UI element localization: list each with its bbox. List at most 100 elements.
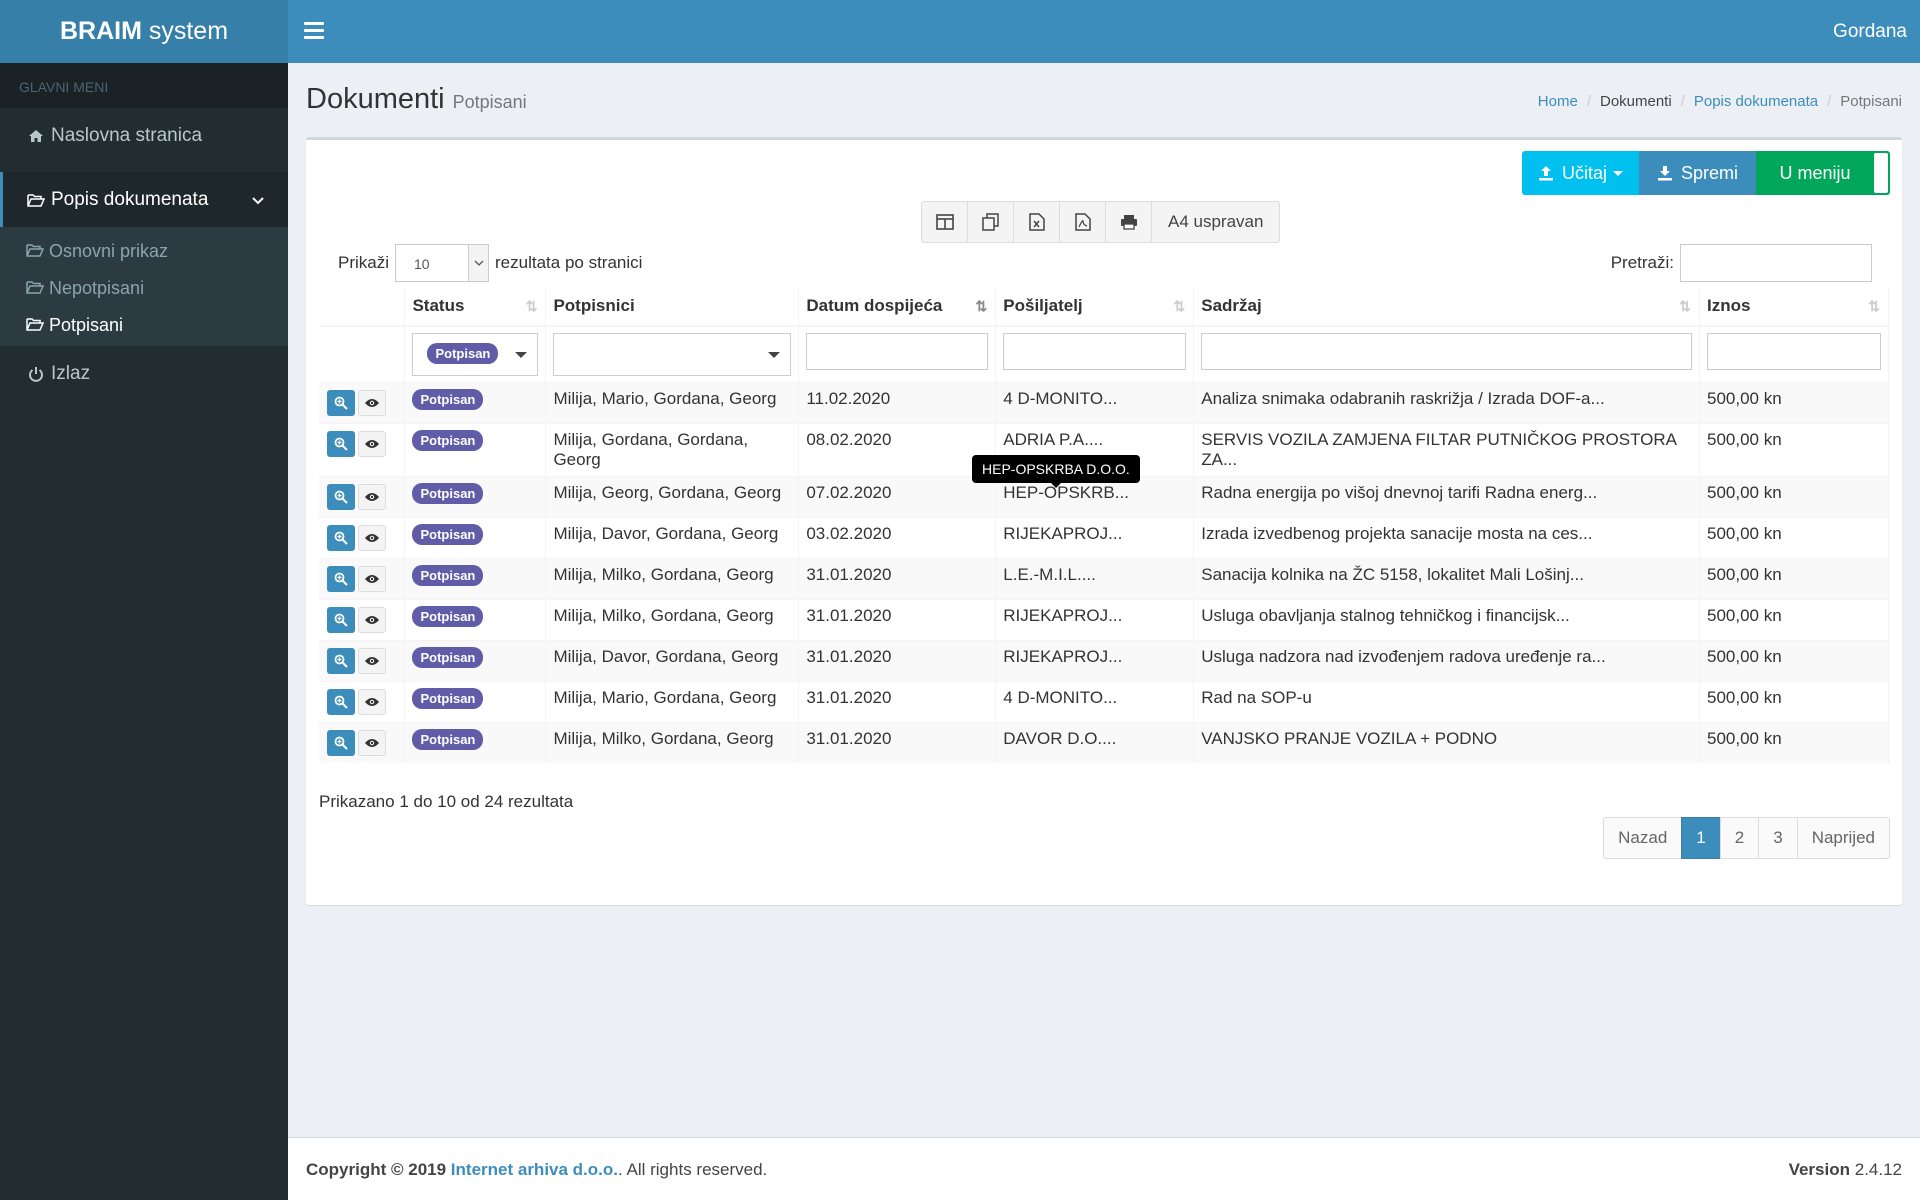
sender-cell: 4 D-MONITO... [995,382,1195,424]
folder-open-icon [26,278,45,299]
excel-icon[interactable] [1014,202,1060,242]
sidebar-subitem-basic[interactable]: Osnovni prikaz [0,233,288,270]
status-badge: Potpisan [412,647,484,668]
zoom-icon[interactable] [327,525,355,551]
content-filter-input[interactable] [1201,333,1693,370]
column-header-due-date[interactable]: Datum dospijeća ⇅ [798,286,997,327]
amount-cell: 500,00 kn [1699,423,1889,477]
search-input[interactable] [1680,244,1872,282]
copyright: Copyright © 2019 Internet arhiva d.o.o..… [306,1160,768,1179]
content-cell: Izrada izvedbenog projekta sanacije most… [1193,517,1701,559]
sender-tooltip: HEP-OPSKRBA D.O.O. [972,455,1140,488]
zoom-icon[interactable] [327,730,355,756]
user-menu[interactable]: Gordana [1823,0,1917,63]
content-cell: Analiza snimaka odabranih raskrižja / Iz… [1193,382,1701,424]
status-badge: Potpisan [412,688,484,709]
signers-cell: Milija, Mario, Gordana, Georg [545,681,800,723]
columns-icon[interactable] [922,202,968,242]
status-badge: Potpisan [412,430,484,451]
signers-filter-select[interactable] [553,333,792,376]
eye-icon[interactable] [358,648,386,674]
eye-icon[interactable] [358,607,386,633]
page-subtitle: Potpisani [452,92,527,112]
sidebar-item-docs[interactable]: Popis dokumenata [0,172,288,227]
sidebar-submenu: Osnovni prikaz Nepotpisani Potpisani [0,227,288,346]
breadcrumb-doc-list[interactable]: Popis dokumenata [1694,93,1818,110]
zoom-icon[interactable] [327,607,355,633]
power-icon [25,365,47,383]
table-row: Potpisan Milija, Mario, Gordana, Georg 11.… [319,382,1889,424]
sidebar: GLAVNI MENI Naslovna stranica Popis doku… [0,63,288,1200]
zoom-icon[interactable] [327,484,355,510]
content-cell: Sanacija kolnika na ŽC 5158, lokalitet M… [1193,558,1701,600]
pagination-page-1[interactable]: 1 [1681,817,1721,859]
print-icon[interactable] [1106,202,1152,242]
sidebar-subitem-signed[interactable]: Potpisani [0,307,288,344]
paper-format-button[interactable]: A4 uspravan [1152,202,1279,242]
status-badge: Potpisan [412,729,484,750]
pagination-next[interactable]: Naprijed [1796,817,1890,859]
zoom-icon[interactable] [327,689,355,715]
status-badge: Potpisan [412,606,484,627]
eye-icon[interactable] [358,431,386,457]
pagination-page-2[interactable]: 2 [1719,817,1760,859]
company-link[interactable]: Internet arhiva d.o.o. [451,1160,618,1179]
sidebar-item-logout[interactable]: Izlaz [0,346,288,401]
column-header-amount[interactable]: Iznos ⇅ [1699,286,1889,327]
amount-filter-input[interactable] [1707,333,1881,370]
sidebar-subitem-unsigned[interactable]: Nepotpisani [0,270,288,307]
zoom-icon[interactable] [327,648,355,674]
chevron-down-icon [468,245,489,281]
status-badge: Potpisan [412,524,484,545]
status-filter-select[interactable]: Potpisan [412,333,539,376]
save-button[interactable]: Spremi [1639,151,1756,195]
eye-icon[interactable] [358,484,386,510]
zoom-icon[interactable] [327,431,355,457]
hamburger-menu-icon[interactable] [304,18,324,42]
zoom-icon[interactable] [327,390,355,416]
column-header-status[interactable]: Status ⇅ [404,286,547,327]
table-row: Potpisan Milija, Davor, Gordana, Georg 31.… [319,640,1889,682]
column-header-signers: Potpisnici [545,286,800,327]
sidebar-item-home[interactable]: Naslovna stranica [0,108,288,163]
pagination-prev[interactable]: Nazad [1603,817,1683,859]
content-cell: SERVIS VOZILA ZAMJENA FILTAR PUTNIČKOG P… [1193,423,1701,477]
sidebar-section-title: GLAVNI MENI [0,63,288,108]
column-header-sender[interactable]: Pošiljatelj ⇅ [995,286,1195,327]
pagination-page-3[interactable]: 3 [1758,817,1798,859]
breadcrumb-documents: Dokumenti [1599,93,1672,110]
breadcrumb-home[interactable]: Home [1538,93,1578,110]
pdf-icon[interactable] [1060,202,1106,242]
folder-open-icon [25,191,47,209]
caret-down-icon [515,352,528,358]
chevron-down-icon [252,189,264,211]
signers-cell: Milija, Georg, Gordana, Georg [545,476,800,518]
eye-icon[interactable] [358,525,386,551]
filter-row: Potpisan [319,326,1889,383]
column-header-content[interactable]: Sadržaj ⇅ [1193,286,1701,327]
folder-open-icon [26,315,45,336]
zoom-icon[interactable] [327,566,355,592]
in-menu-toggle[interactable]: U meniju [1756,151,1890,195]
caret-down-icon [1613,170,1623,176]
footer: Copyright © 2019 Internet arhiva d.o.o..… [288,1137,1920,1200]
due-date-filter-input[interactable] [806,333,989,370]
app-logo[interactable]: BRAIM system [0,0,288,63]
signers-cell: Milija, Davor, Gordana, Georg [545,517,800,559]
load-button[interactable]: Učitaj [1522,151,1639,195]
copy-icon[interactable] [968,202,1014,242]
sort-icon: ⇅ [1868,298,1880,314]
sort-icon: ⇅ [1173,298,1186,314]
eye-icon[interactable] [358,689,386,715]
sender-filter-input[interactable] [1003,333,1187,370]
page-length-select[interactable]: 10 [395,244,490,282]
eye-icon[interactable] [358,730,386,756]
export-toolbar: A4 uspravan [921,201,1281,243]
table-row: Potpisan Milija, Davor, Gordana, Georg 03.… [319,517,1889,559]
eye-icon[interactable] [358,566,386,592]
eye-icon[interactable] [358,390,386,416]
version-info: Version 2.4.12 [1788,1160,1902,1179]
breadcrumb: Home / Dokumenti / Popis dokumenata / Po… [1537,93,1902,110]
table-info: Prikazano 1 do 10 od 24 rezultata [319,792,574,811]
sender-cell: RIJEKAPROJ... [995,517,1195,559]
